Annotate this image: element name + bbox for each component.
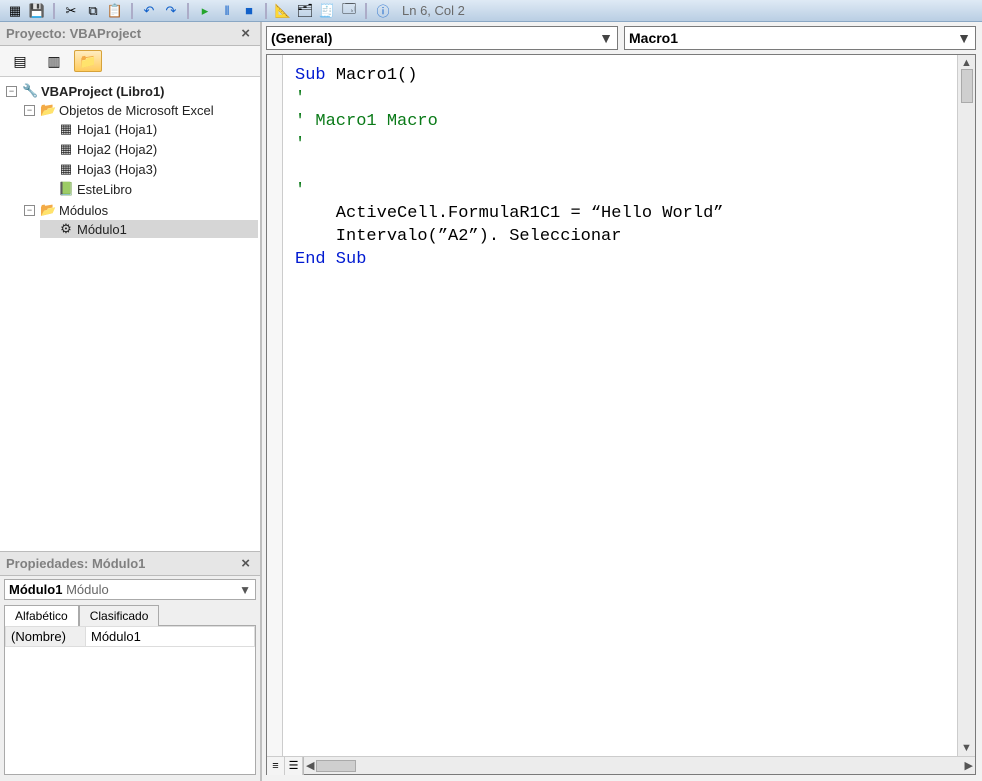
code-editor[interactable]: Sub Macro1() ' ' Macro1 Macro ' ' Active… xyxy=(266,54,976,775)
tree-item-label[interactable]: Hoja2 (Hoja2) xyxy=(77,142,157,157)
tree-root-label[interactable]: VBAProject (Libro1) xyxy=(41,84,165,99)
view-code-button[interactable]: ▤ xyxy=(6,50,34,72)
close-icon[interactable]: × xyxy=(237,555,254,572)
design-icon[interactable]: 📐 xyxy=(274,2,292,20)
property-value[interactable]: Módulo1 xyxy=(86,627,255,647)
project-icon[interactable]: 🗂 xyxy=(296,2,314,20)
collapse-icon[interactable]: − xyxy=(24,105,35,116)
procedure-view-button[interactable]: ≡ xyxy=(267,757,285,775)
horizontal-scrollbar[interactable]: ◀ ▶ xyxy=(304,759,975,772)
code-text[interactable]: Sub Macro1() ' ' Macro1 Macro ' ' Active… xyxy=(283,55,957,756)
collapse-icon[interactable]: − xyxy=(6,86,17,97)
redo-icon[interactable]: ↷ xyxy=(162,2,180,20)
tree-folder-label[interactable]: Objetos de Microsoft Excel xyxy=(59,103,214,118)
save-icon[interactable]: 💾 xyxy=(28,2,46,20)
module-icon: ⚙ xyxy=(58,221,74,237)
project-panel-title: Proyecto: VBAProject xyxy=(6,26,141,41)
sheet-icon: ▦ xyxy=(58,141,74,157)
paste-icon[interactable]: 📋 xyxy=(106,2,124,20)
scroll-thumb[interactable] xyxy=(316,760,356,772)
collapse-icon[interactable]: − xyxy=(24,205,35,216)
tab-alphabetic[interactable]: Alfabético xyxy=(4,605,79,626)
main-toolbar: ▦ 💾 ✂ ⧉ 📋 ↶ ↷ ▸ ‖ ■ 📐 🗂 🧾 🗔 ⓘ Ln 6, Col … xyxy=(0,0,982,22)
properties-object-type: Módulo xyxy=(66,582,109,597)
folder-icon: 📂 xyxy=(40,202,56,218)
properties-panel: Propiedades: Módulo1 × Módulo1 Módulo ▼ … xyxy=(0,552,260,781)
scroll-thumb[interactable] xyxy=(961,69,973,103)
tree-item-label[interactable]: Hoja3 (Hoja3) xyxy=(77,162,157,177)
vertical-scrollbar[interactable]: ▲ ▼ xyxy=(957,55,975,756)
project-explorer-panel: Proyecto: VBAProject × ▤ ▥ 📁 − 🔧 VBAProj… xyxy=(0,22,260,552)
tree-folder-label[interactable]: Módulos xyxy=(59,203,108,218)
props-icon[interactable]: 🧾 xyxy=(318,2,336,20)
full-module-view-button[interactable]: ☰ xyxy=(285,757,303,775)
vbaproject-icon: 🔧 xyxy=(22,83,38,99)
procedure-combobox-value: Macro1 xyxy=(629,30,678,46)
property-name: (Nombre) xyxy=(6,627,86,647)
project-tree[interactable]: − 🔧 VBAProject (Libro1) − 📂 Objetos de M… xyxy=(0,77,260,551)
object-combobox-value: (General) xyxy=(271,30,332,46)
code-gutter xyxy=(267,55,283,756)
folder-icon: 📂 xyxy=(40,102,56,118)
help-icon[interactable]: ⓘ xyxy=(374,2,392,20)
toggle-folders-button[interactable]: 📁 xyxy=(74,50,102,72)
toolbar-sep xyxy=(365,3,367,19)
excel-icon[interactable]: ▦ xyxy=(6,2,24,20)
toolbar-sep xyxy=(187,3,189,19)
sheet-icon: ▦ xyxy=(58,121,74,137)
sheet-icon: ▦ xyxy=(58,161,74,177)
tree-item-label[interactable]: Hoja1 (Hoja1) xyxy=(77,122,157,137)
procedure-combobox[interactable]: Macro1 ▼ xyxy=(624,26,976,50)
properties-object-selector[interactable]: Módulo1 Módulo ▼ xyxy=(4,579,256,600)
tab-categorized[interactable]: Clasificado xyxy=(79,605,160,626)
property-row[interactable]: (Nombre) Módulo1 xyxy=(6,627,255,647)
scroll-left-icon[interactable]: ◀ xyxy=(306,759,314,772)
close-icon[interactable]: × xyxy=(237,25,254,42)
toolbar-sep xyxy=(265,3,267,19)
undo-icon[interactable]: ↶ xyxy=(140,2,158,20)
scroll-up-icon[interactable]: ▲ xyxy=(961,57,972,69)
properties-panel-title: Propiedades: Módulo1 xyxy=(6,556,145,571)
chevron-down-icon[interactable]: ▼ xyxy=(957,30,971,46)
scroll-down-icon[interactable]: ▼ xyxy=(961,742,972,754)
cursor-position: Ln 6, Col 2 xyxy=(402,3,465,18)
stop-icon[interactable]: ■ xyxy=(240,2,258,20)
workbook-icon: 📗 xyxy=(58,181,74,197)
toolbar-sep xyxy=(131,3,133,19)
toolbar-sep xyxy=(53,3,55,19)
cut-icon[interactable]: ✂ xyxy=(62,2,80,20)
scroll-right-icon[interactable]: ▶ xyxy=(965,759,973,772)
object-icon[interactable]: 🗔 xyxy=(340,2,358,20)
tree-item-label[interactable]: EsteLibro xyxy=(77,182,132,197)
run-icon[interactable]: ▸ xyxy=(196,2,214,20)
object-combobox[interactable]: (General) ▼ xyxy=(266,26,618,50)
chevron-down-icon[interactable]: ▼ xyxy=(599,30,613,46)
pause-icon[interactable]: ‖ xyxy=(218,2,236,20)
properties-object-name: Módulo1 xyxy=(9,582,62,597)
tree-item-label[interactable]: Módulo1 xyxy=(77,222,127,237)
chevron-down-icon[interactable]: ▼ xyxy=(239,583,251,597)
view-object-button[interactable]: ▥ xyxy=(40,50,68,72)
copy-icon[interactable]: ⧉ xyxy=(84,2,102,20)
